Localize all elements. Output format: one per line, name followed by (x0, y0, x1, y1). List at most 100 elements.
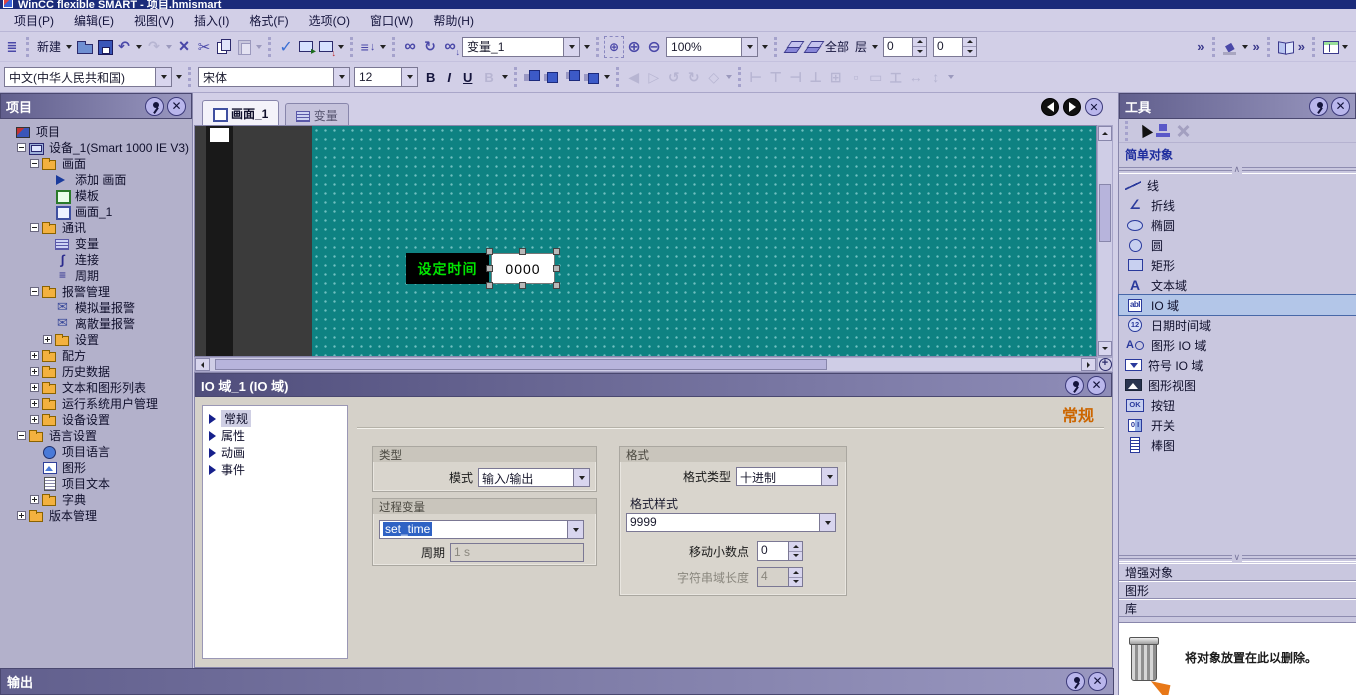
pin-icon[interactable] (1309, 97, 1328, 116)
find-group-dropdown[interactable] (582, 36, 592, 58)
cut-icon[interactable] (194, 36, 214, 58)
props-nav-properties[interactable]: 属性 (205, 427, 345, 444)
tree-item[interactable]: 设置 (0, 331, 192, 347)
object-tools-icon[interactable] (1173, 122, 1193, 140)
copy-icon[interactable] (214, 36, 234, 58)
string-length-spinner[interactable]: 4 (757, 567, 803, 587)
font-size-combobox-arrow[interactable] (401, 68, 417, 86)
toolbar-handle[interactable] (1312, 37, 1316, 57)
bold-disabled-button[interactable]: B (478, 70, 499, 85)
selection-handle[interactable] (486, 265, 493, 272)
spin-down-button[interactable] (913, 47, 926, 56)
paste-icon[interactable] (234, 36, 254, 58)
zoom-group-dropdown[interactable] (760, 36, 770, 58)
tool-item[interactable]: 文本域 (1119, 275, 1356, 295)
tree-expand-toggle[interactable] (17, 143, 26, 152)
toolbar-handle[interactable] (268, 37, 272, 57)
tree-item[interactable]: 设备设置 (0, 411, 192, 427)
toolbar-handle[interactable] (350, 37, 354, 57)
find-refresh-icon[interactable] (420, 36, 440, 58)
tool-item[interactable]: 棒图 (1119, 435, 1356, 455)
align-top-icon[interactable] (766, 66, 786, 88)
hmi-screen-area[interactable]: 设定时间 0000 (312, 126, 1096, 356)
paste-dropdown[interactable] (254, 36, 264, 58)
mode-combobox-arrow[interactable] (573, 469, 589, 486)
tree-expand-toggle[interactable] (30, 383, 39, 392)
tree-item[interactable]: 画面 (0, 155, 192, 171)
redo-dropdown[interactable] (164, 36, 174, 58)
format-style-combobox[interactable]: 9999 (626, 513, 836, 532)
tree-item[interactable]: 周期 (0, 267, 192, 283)
close-icon[interactable] (1088, 672, 1107, 691)
stamp-icon[interactable] (1153, 122, 1173, 140)
tree-expand-toggle[interactable] (43, 335, 52, 344)
download-dropdown[interactable] (378, 36, 388, 58)
toolbar-handle[interactable] (1267, 37, 1271, 57)
format-type-combobox[interactable]: 十进制 (736, 467, 838, 486)
tree-item[interactable]: 报警管理 (0, 283, 192, 299)
flip-right-icon[interactable] (644, 66, 664, 88)
language-group-dropdown[interactable] (174, 66, 184, 88)
text-field-object[interactable]: 设定时间 (406, 253, 489, 284)
tree-item[interactable]: 语言设置 (0, 427, 192, 443)
scroll-left-icon[interactable] (195, 358, 210, 371)
tool-item[interactable]: 椭圆 (1119, 215, 1356, 235)
tree-item[interactable]: 字典 (0, 491, 192, 507)
toolbar-handle[interactable] (26, 37, 30, 57)
undo-dropdown[interactable] (134, 36, 144, 58)
spin-up-button[interactable] (789, 568, 802, 578)
spin-up-button[interactable] (789, 542, 802, 552)
menu-item[interactable]: 项目(P) (4, 9, 64, 32)
menu-item[interactable]: 视图(V) (124, 9, 184, 32)
rotate-dropdown[interactable] (724, 66, 734, 88)
pin-icon[interactable] (1066, 672, 1085, 691)
tree-expand-toggle[interactable] (30, 287, 39, 296)
scroll-right-icon[interactable] (1081, 358, 1096, 371)
font-size-combobox[interactable]: 12 (354, 67, 418, 87)
spin-down-button[interactable] (789, 578, 802, 587)
selection-handle[interactable] (553, 282, 560, 289)
tools-section-header[interactable]: 增强对象 (1119, 563, 1356, 581)
text-position-top-right-icon[interactable] (542, 66, 562, 88)
editor-tab[interactable]: 画面_1 (202, 100, 279, 125)
selection-handle[interactable] (486, 248, 493, 255)
tool-item[interactable]: 按钮 (1119, 395, 1356, 415)
new-button[interactable]: 新建 (34, 37, 64, 56)
cycle-field[interactable]: 1 s (450, 543, 584, 562)
menu-item[interactable]: 格式(F) (239, 9, 298, 32)
same-width-icon[interactable] (906, 66, 926, 88)
toolbar-overflow-chevron[interactable]: » (1250, 39, 1263, 54)
section-splitter[interactable]: ∧ (1119, 167, 1356, 174)
align-right-icon[interactable] (786, 66, 806, 88)
align-left-icon[interactable] (746, 66, 766, 88)
find-combobox[interactable]: 变量_1 (462, 37, 580, 57)
tool-item[interactable]: 开关 (1119, 415, 1356, 435)
tree-item[interactable]: 添加 画面 (0, 171, 192, 187)
spin-down-button[interactable] (789, 552, 802, 561)
fill-color-icon[interactable] (1220, 36, 1240, 58)
selection-handle[interactable] (519, 248, 526, 255)
props-nav-events[interactable]: 事件 (205, 461, 345, 478)
check-consistency-icon[interactable] (276, 36, 296, 58)
close-icon[interactable] (167, 97, 186, 116)
props-nav-animation[interactable]: 动画 (205, 444, 345, 461)
toolbar-handle[interactable] (1212, 37, 1216, 57)
menu-item[interactable]: 插入(I) (184, 9, 239, 32)
dictionary-icon[interactable] (1275, 36, 1295, 58)
tree-expand-toggle[interactable] (30, 159, 39, 168)
tool-item[interactable]: 图形 IO 域 (1119, 335, 1356, 355)
tree-item[interactable]: 项目文本 (0, 475, 192, 491)
selection-handle[interactable] (553, 265, 560, 272)
format-style-combobox-arrow[interactable] (819, 514, 835, 531)
layer-forward-icon[interactable] (802, 36, 822, 58)
vertical-scrollbar[interactable] (1097, 125, 1113, 357)
menu-item[interactable]: 窗口(W) (360, 9, 423, 32)
io-field-object[interactable]: 0000 (491, 253, 555, 284)
undo-icon[interactable] (114, 36, 134, 58)
tree-expand-toggle[interactable] (30, 351, 39, 360)
center-horizontal-icon[interactable] (826, 66, 846, 88)
tree-expand-toggle[interactable] (30, 415, 39, 424)
compile-dropdown[interactable] (336, 36, 346, 58)
tool-item[interactable]: 日期时间域 (1119, 315, 1356, 335)
text-position-bottom-left-icon[interactable] (562, 66, 582, 88)
